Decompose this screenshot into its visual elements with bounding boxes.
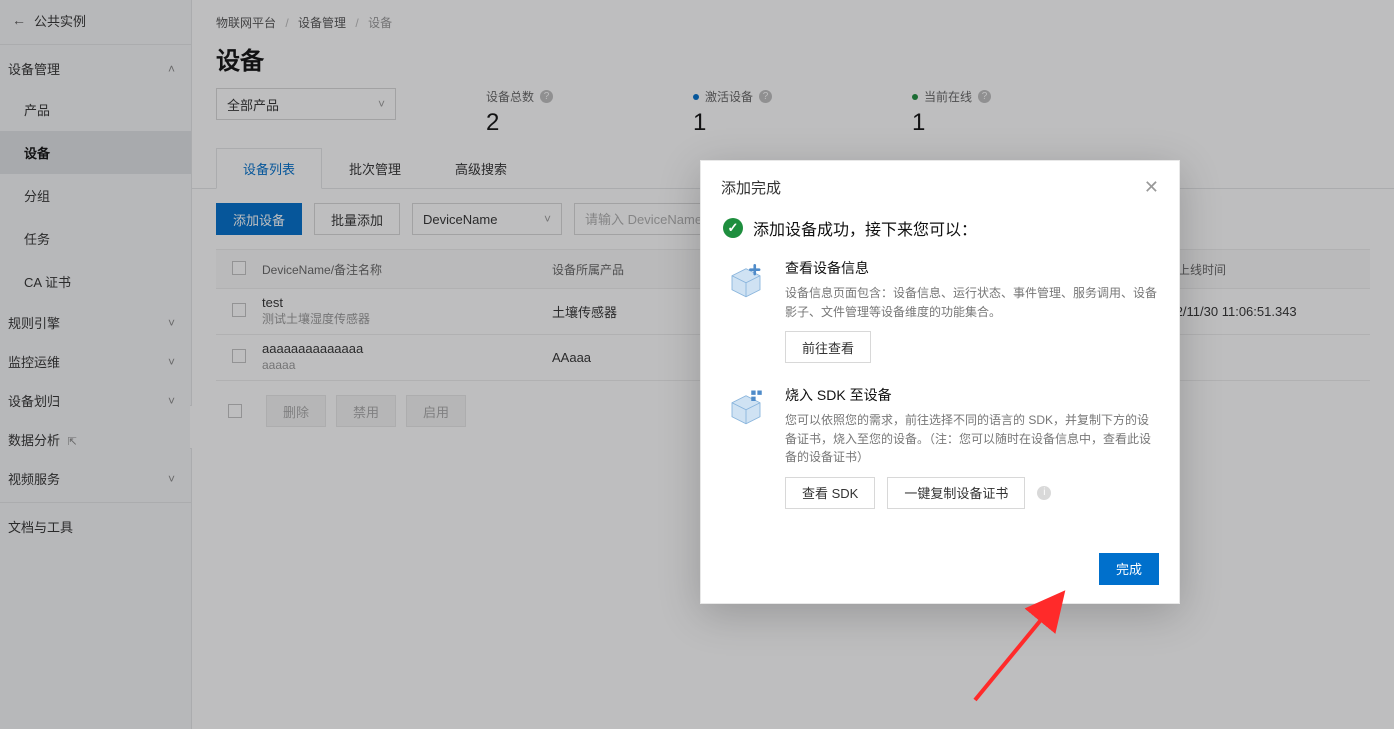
success-line: ✓ 添加设备成功，接下来您可以： [723,216,1157,240]
modal-title: 添加完成 [721,177,781,198]
modal-header: 添加完成 ✕ [701,161,1179,208]
app-root: ← 公共实例 设备管理 ˄ 产品 设备 分组 任务 CA 证书 规则引擎 ˅ 监… [0,0,1394,729]
modal-overlay[interactable] [0,0,1394,729]
modal-footer: 完成 [701,541,1179,603]
finish-button[interactable]: 完成 [1099,553,1159,585]
cube-sdk-icon [723,385,769,431]
option-burn-sdk: 烧入 SDK 至设备 您可以依照您的需求，前往选择不同的语言的 SDK，并复制下… [723,385,1157,509]
modal-body: ✓ 添加设备成功，接下来您可以： 查看设备信息 设备信息页面包含：设备信息、运行… [701,208,1179,541]
copy-cert-button[interactable]: 一键复制设备证书 [887,477,1025,509]
close-icon[interactable]: ✕ [1144,177,1159,198]
view-sdk-button[interactable]: 查看 SDK [785,477,875,509]
option-desc: 您可以依照您的需求，前往选择不同的语言的 SDK，并复制下方的设备证书，烧入至您… [785,411,1157,467]
add-complete-modal: 添加完成 ✕ ✓ 添加设备成功，接下来您可以： 查看设备信息 [700,160,1180,604]
option-desc: 设备信息页面包含：设备信息、运行状态、事件管理、服务调用、设备影子、文件管理等设… [785,284,1157,321]
option-title: 烧入 SDK 至设备 [785,385,1157,405]
option-title: 查看设备信息 [785,258,1157,278]
go-view-button[interactable]: 前往查看 [785,331,871,363]
option-view-device-info: 查看设备信息 设备信息页面包含：设备信息、运行状态、事件管理、服务调用、设备影子… [723,258,1157,363]
success-text: 添加设备成功，接下来您可以： [753,216,977,240]
cube-plus-icon [723,258,769,304]
check-circle-icon: ✓ [723,218,743,238]
info-icon[interactable]: i [1037,486,1051,500]
